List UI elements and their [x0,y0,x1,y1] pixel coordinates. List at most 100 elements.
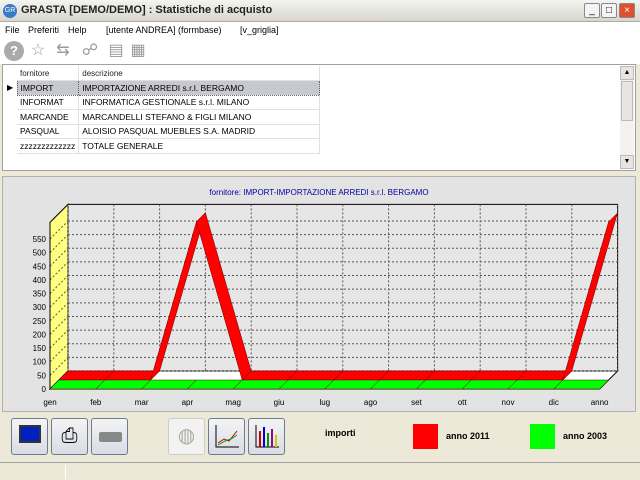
table-row[interactable]: MARCANDE MARCANDELLI STEFANO & FIGLI MIL… [7,109,321,125]
y-tick-label: 400 [33,276,47,285]
printer-icon: ⎙ [61,425,78,447]
series-segment-anno-2003 [186,379,243,390]
series-segment-anno-2011 [378,370,436,381]
series-segment-anno-2011 [470,370,527,381]
y-tick-label: 350 [33,290,47,299]
bar-chart-icon [255,425,279,448]
series-segment-anno-2003 [278,379,335,390]
legend-swatch-2003 [530,424,555,449]
vertical-scrollbar[interactable]: ▲ ▼ [620,66,634,169]
x-tick-label: mag [225,398,241,407]
x-tick-label: mar [135,398,149,407]
cell-descrizione[interactable]: INFORMATICA GESTIONALE s.r.l. MILANO [78,95,321,110]
maximize-button[interactable]: □ [601,3,617,18]
minimize-button[interactable]: _ [584,3,600,18]
window-title: GRASTA [DEMO/DEMO] : Statistiche di acqu… [21,4,273,16]
x-tick-label: ago [364,398,378,407]
pie-chart-icon: ◍ [177,425,196,447]
x-tick-label: feb [90,398,102,407]
series-segment-anno-2003 [324,379,381,390]
bottom-bar: ⎙ ◍ importi anno 2011 anno 2003 [0,414,640,460]
screen-button[interactable] [11,418,48,455]
column-descrizione[interactable]: descrizione [78,66,321,81]
status-bar [0,462,640,480]
y-tick-label: 300 [33,303,47,312]
cell-descrizione[interactable]: IMPORTAZIONE ARREDI s.r.l. BERGAMO [78,80,321,96]
y-tick-label: 200 [33,330,47,339]
table-row[interactable]: zzzzzzzzzzzzz TOTALE GENERALE [7,138,321,154]
x-tick-label: ott [458,398,468,407]
legend-label-2011: anno 2011 [446,431,490,441]
x-tick-label: gen [43,398,56,407]
line-chart-icon [215,425,239,448]
y-tick-label: 100 [33,358,47,367]
menu-preferiti[interactable]: Preferiti [28,25,59,35]
legend-title: importi [325,428,356,438]
table-row[interactable]: INFORMAT INFORMATICA GESTIONALE s.r.l. M… [7,95,321,110]
legend-swatch-2011 [413,424,438,449]
series-segment-anno-2011 [424,370,481,381]
table-row[interactable]: ▶ IMPORT IMPORTAZIONE ARREDI s.r.l. BERG… [7,80,321,96]
series-segment-anno-2003 [507,379,564,390]
scroll-thumb[interactable] [621,81,633,121]
column-fornitore[interactable]: fornitore [17,66,80,81]
supplier-grid: fornitore descrizione ▶ IMPORT IMPORTAZI… [2,64,636,171]
star-icon[interactable]: ☆ [28,41,48,61]
toolbar: ? ☆ ⇆ ☍ ▤ ▦ [0,38,640,64]
series-segment-anno-2003 [95,379,152,390]
y-tick-label: 50 [37,371,46,380]
help-icon[interactable]: ? [4,41,24,61]
left-wall [49,203,69,391]
table-row[interactable]: PASQUAL ALOISIO PASQUAL MUEBLES S.A. MAD… [7,124,321,139]
bar-chart-button[interactable] [248,418,285,455]
series-segment-anno-2003 [49,379,106,390]
view-info: [v_griglia] [240,25,279,35]
cell-fornitore[interactable]: INFORMAT [17,95,80,110]
row-indicator-icon: ▶ [7,83,14,93]
cell-fornitore[interactable]: IMPORT [16,80,80,96]
line-chart-button[interactable] [208,418,245,455]
legend-label-2003: anno 2003 [563,431,608,441]
print-button[interactable]: ⎙ [51,418,88,455]
y-tick-label: 550 [33,235,47,244]
screen-icon [19,425,41,443]
y-tick-label: 250 [33,317,47,326]
export-button[interactable] [91,418,128,455]
app-icon: GR [3,4,17,18]
close-button[interactable]: × [619,3,635,18]
chart-panel: fornitore: IMPORT-IMPORTAZIONE ARREDI s.… [2,176,636,412]
scroll-up-icon[interactable]: ▲ [620,66,634,80]
series-segment-anno-2011 [241,370,298,381]
menu-help[interactable]: Help [68,25,87,35]
series-segment-anno-2003 [461,379,518,390]
chart-title: fornitore: IMPORT-IMPORTAZIONE ARREDI s.… [209,188,428,197]
y-tick-label: 450 [33,262,47,271]
cell-fornitore[interactable]: zzzzzzzzzzzzz [17,138,80,154]
grid-header: fornitore descrizione [7,66,321,81]
x-tick-label: dic [549,398,559,407]
series-segment-anno-2003 [232,379,289,390]
menu-file[interactable]: File [5,25,20,35]
series-segment-anno-2003 [415,379,472,390]
series-segment-anno-2011 [58,370,115,381]
y-tick-label: 150 [33,344,47,353]
document-icon[interactable]: ▤ [106,41,126,61]
line-chart: fornitore: IMPORT-IMPORTAZIONE ARREDI s.… [33,188,619,407]
cell-descrizione[interactable]: TOTALE GENERALE [78,138,321,154]
x-tick-label: anno [591,398,609,407]
cell-fornitore[interactable]: PASQUAL [17,124,80,139]
cell-descrizione[interactable]: ALOISIO PASQUAL MUEBLES S.A. MADRID [78,124,321,139]
cell-fornitore[interactable]: MARCANDE [17,109,80,125]
form-icon[interactable]: ▦ [128,41,148,61]
cell-descrizione[interactable]: MARCANDELLI STEFANO & FIGLI MILANO [78,109,321,125]
binoculars-icon[interactable]: ☍ [80,41,100,61]
export-icon [99,432,122,442]
series-segment-anno-2003 [553,379,610,390]
pie-chart-button[interactable]: ◍ [168,418,205,455]
x-tick-label: giu [274,398,285,407]
x-tick-label: set [411,398,422,407]
scroll-down-icon[interactable]: ▼ [620,155,634,169]
x-tick-label: apr [182,398,194,407]
x-tick-label: nov [502,398,515,407]
exchange-icon[interactable]: ⇆ [53,41,73,61]
